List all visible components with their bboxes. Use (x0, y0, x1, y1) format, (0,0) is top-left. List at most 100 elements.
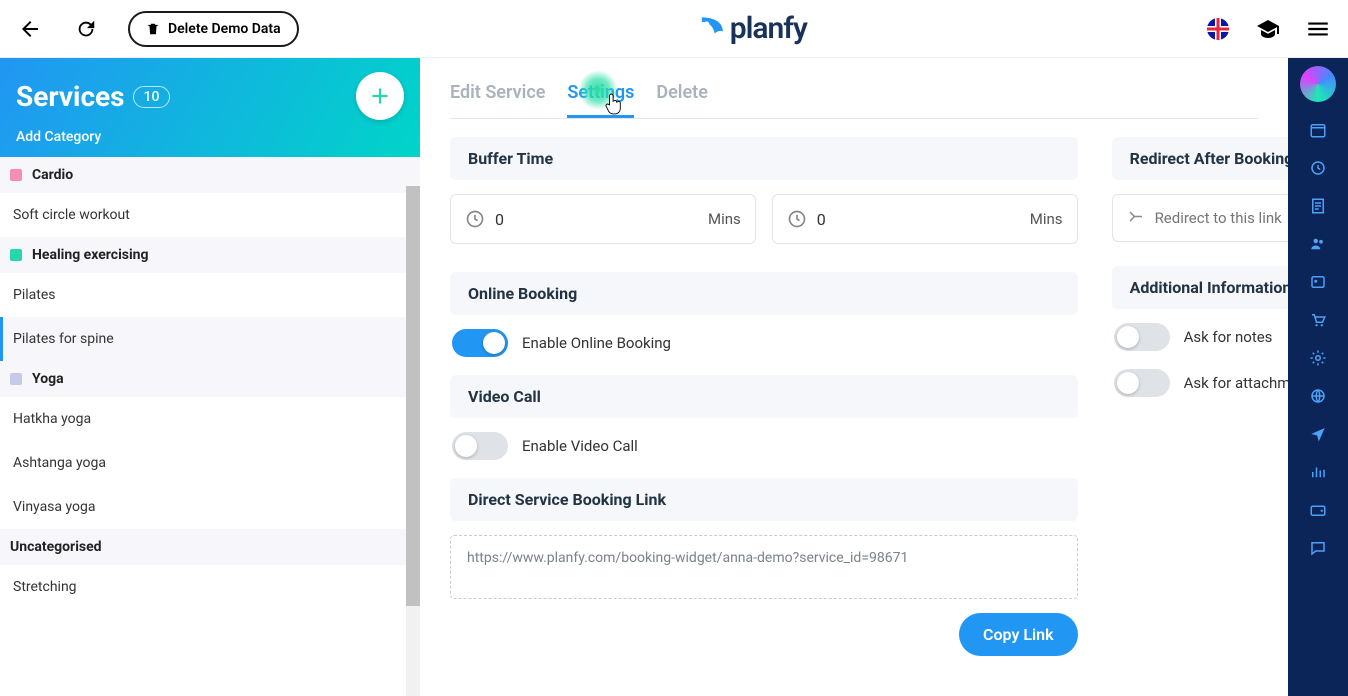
category-row[interactable]: Cardio (0, 157, 420, 193)
service-row[interactable]: Hatkha yoga (0, 397, 420, 441)
ask-attachments-toggle[interactable] (1114, 369, 1170, 397)
hamburger-icon (1305, 16, 1331, 42)
people-icon (1309, 235, 1327, 253)
services-sidebar: Services 10 Add Category Cardio Soft circ… (0, 58, 420, 696)
clock-nav[interactable] (1308, 158, 1328, 178)
tab-edit-service[interactable]: Edit Service (450, 82, 545, 118)
service-row[interactable]: Vinyasa yoga (0, 485, 420, 529)
sidebar-scrollbar[interactable] (406, 186, 420, 696)
user-avatar[interactable] (1300, 66, 1336, 102)
ask-notes-label: Ask for notes (1184, 328, 1273, 346)
right-column: Redirect After Booking Additional Inform… (1112, 137, 1288, 656)
header-right (1204, 15, 1332, 43)
tab-delete[interactable]: Delete (656, 82, 708, 118)
redirect-input-wrapper[interactable] (1112, 194, 1288, 242)
notes-icon (1309, 197, 1327, 215)
trash-icon (146, 22, 160, 36)
service-row[interactable]: Stretching (0, 565, 420, 609)
logo-icon (696, 15, 724, 43)
refresh-button[interactable] (72, 15, 100, 43)
clock-icon (465, 209, 485, 229)
locale-button[interactable] (1204, 15, 1232, 43)
online-booking-label: Enable Online Booking (522, 334, 671, 352)
wallet-icon (1309, 501, 1327, 519)
people-nav[interactable] (1308, 234, 1328, 254)
buffer-before-field[interactable] (495, 210, 698, 229)
redirect-field[interactable] (1155, 209, 1288, 227)
add-category-link[interactable]: Add Category (16, 129, 404, 145)
left-column: Buffer Time Mins Mins Online Booking (450, 137, 1078, 656)
service-row[interactable]: Pilates for spine (0, 317, 420, 361)
chat-icon (1309, 539, 1327, 557)
category-label: Cardio (32, 167, 73, 183)
back-button[interactable] (16, 15, 44, 43)
academy-button[interactable] (1254, 15, 1282, 43)
tab-settings[interactable]: Settings (567, 82, 634, 118)
calendar-nav[interactable] (1308, 120, 1328, 140)
settings-nav[interactable] (1308, 348, 1328, 368)
send-nav[interactable] (1308, 424, 1328, 444)
brand-logo[interactable]: planfy (696, 11, 807, 46)
category-row[interactable]: Healing exercising (0, 237, 420, 273)
globe-nav[interactable] (1308, 386, 1328, 406)
services-count-badge: 10 (133, 86, 171, 108)
graduation-cap-icon (1256, 17, 1280, 41)
additional-info-header: Additional Information (1112, 266, 1288, 309)
copy-link-button[interactable]: Copy Link (959, 613, 1078, 656)
category-swatch (10, 169, 22, 181)
service-row[interactable]: Pilates (0, 273, 420, 317)
add-service-button[interactable] (356, 72, 404, 120)
redirect-header: Redirect After Booking (1112, 137, 1288, 180)
cursor-pointer-icon (605, 93, 623, 115)
buffer-after-field[interactable] (817, 210, 1020, 229)
arrow-left-icon (18, 17, 42, 41)
id-nav[interactable] (1308, 272, 1328, 292)
service-row[interactable]: Ashtanga yoga (0, 441, 420, 485)
sidebar-header: Services 10 Add Category (0, 58, 420, 157)
category-label: Uncategorised (10, 539, 102, 555)
delete-demo-button[interactable]: Delete Demo Data (128, 11, 299, 47)
menu-button[interactable] (1304, 15, 1332, 43)
send-icon (1309, 425, 1327, 443)
wallet-nav[interactable] (1308, 500, 1328, 520)
services-list[interactable]: Cardio Soft circle workout Healing exercis… (0, 157, 420, 696)
category-label: Healing exercising (32, 247, 149, 263)
video-call-label: Enable Video Call (522, 437, 638, 455)
buffer-before-input[interactable]: Mins (450, 194, 756, 244)
header-left: Delete Demo Data (16, 11, 299, 47)
settings-columns: Buffer Time Mins Mins Online Booking (450, 137, 1258, 656)
buffer-after-input[interactable]: Mins (772, 194, 1078, 244)
body-content: Services 10 Add Category Cardio Soft circ… (0, 58, 1348, 696)
service-row[interactable]: Soft circle workout (0, 193, 420, 237)
mins-suffix: Mins (1030, 210, 1063, 228)
online-booking-toggle[interactable] (452, 329, 508, 357)
stats-nav[interactable] (1308, 462, 1328, 482)
notes-nav[interactable] (1308, 196, 1328, 216)
ask-attachments-label: Ask for attachments (1184, 374, 1288, 392)
category-swatch (10, 373, 22, 385)
cart-icon (1309, 311, 1327, 329)
category-label: Yoga (32, 371, 64, 387)
chart-icon (1309, 463, 1327, 481)
redirect-icon (1127, 209, 1145, 227)
category-swatch (10, 249, 22, 261)
globe-icon (1309, 387, 1327, 405)
ask-notes-toggle[interactable] (1114, 323, 1170, 351)
category-row[interactable]: Uncategorised (0, 529, 420, 565)
category-row[interactable]: Yoga (0, 361, 420, 397)
plus-icon (367, 83, 393, 109)
direct-link-header: Direct Service Booking Link (450, 478, 1078, 521)
direct-link-display: https://www.planfy.com/booking-widget/an… (450, 535, 1078, 599)
id-card-icon (1309, 273, 1327, 291)
video-call-header: Video Call (450, 375, 1078, 418)
tabs: Edit Service Settings Delete (450, 82, 1258, 119)
calendar-icon (1309, 121, 1327, 139)
cart-nav[interactable] (1308, 310, 1328, 330)
main-panel: Edit Service Settings Delete Buffer Time… (420, 58, 1288, 696)
header-center: planfy (299, 11, 1204, 46)
chat-nav[interactable] (1308, 538, 1328, 558)
clock-icon (1309, 159, 1327, 177)
video-call-toggle[interactable] (452, 432, 508, 460)
delete-demo-label: Delete Demo Data (168, 21, 281, 37)
online-booking-header: Online Booking (450, 272, 1078, 315)
